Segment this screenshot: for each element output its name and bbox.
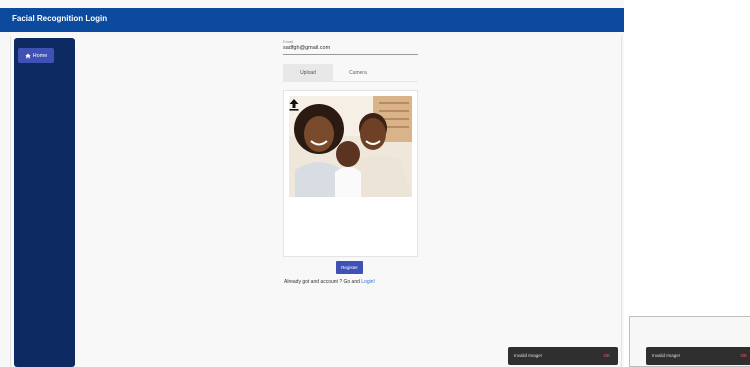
image-card — [283, 90, 418, 257]
tab-upload[interactable]: Upload — [283, 64, 333, 82]
email-label: Email — [283, 39, 294, 44]
app-header: Facial Recognition Login — [0, 8, 624, 32]
tab-camera[interactable]: Camera — [333, 64, 383, 82]
home-icon — [24, 53, 31, 58]
email-field[interactable]: sadfgh@gmail.com — [283, 45, 418, 55]
error-snackbar: Invalid Image! OK — [508, 347, 618, 365]
login-link[interactable]: Login! — [361, 279, 375, 285]
source-tabs: Upload Camera — [283, 64, 418, 82]
snackbar-ok-button[interactable]: OK — [603, 353, 610, 358]
app-title: Facial Recognition Login — [12, 14, 108, 23]
home-button[interactable]: Home — [18, 48, 54, 63]
register-button[interactable]: Register — [336, 261, 363, 274]
home-button-label: Home — [32, 52, 48, 59]
app-window: Facial Recognition Login Home Email sadf… — [0, 0, 624, 367]
snackbar-message: Invalid Image! — [514, 353, 543, 358]
sidebar — [14, 38, 75, 367]
uploaded-photo — [289, 96, 412, 197]
zoomed-error-snackbar: Invalid Image! OK — [646, 347, 750, 365]
family-photo-illustration — [289, 96, 412, 197]
zoomed-snackbar-ok-button[interactable]: OK — [740, 353, 747, 358]
login-prompt-text: Already got and account ? Go and — [284, 279, 360, 285]
zoomed-snackbar-message: Invalid Image! — [652, 353, 681, 358]
upload-icon[interactable] — [289, 99, 299, 111]
login-prompt: Already got and account ? Go and Login! — [284, 279, 375, 285]
